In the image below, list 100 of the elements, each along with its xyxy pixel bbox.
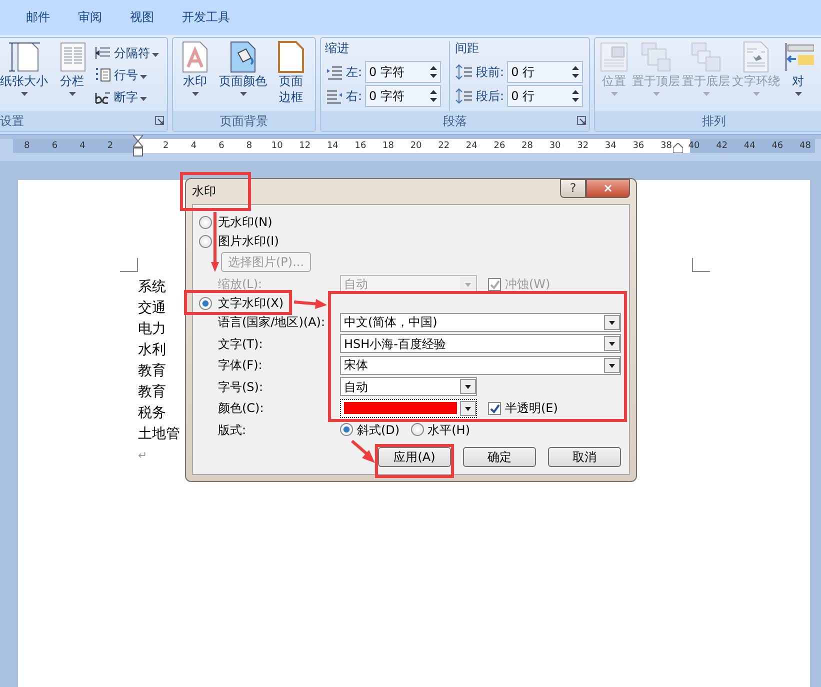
ruler-number: 12 xyxy=(299,141,311,151)
line-numbers-icon xyxy=(94,67,112,83)
position-icon xyxy=(598,41,630,73)
ribbon-button[interactable]: 分隔符 xyxy=(94,42,159,64)
section-title: 缩进 xyxy=(325,41,350,57)
group-label: 排列 xyxy=(702,114,726,128)
field-label: 缩放(L): xyxy=(217,278,264,290)
document-text: 税务 xyxy=(138,404,167,423)
dropdown-field[interactable]: HSH小海-百度经验 xyxy=(340,334,621,354)
ruler-number: 16 xyxy=(354,141,366,151)
paper-size-icon xyxy=(8,41,40,73)
spin-arrows-icon[interactable] xyxy=(572,65,580,79)
radio-button[interactable] xyxy=(410,423,424,436)
ribbon-button[interactable]: 水印 xyxy=(177,41,213,111)
ribbon-button[interactable]: 页面颜色 xyxy=(217,41,269,111)
field-label: 右: xyxy=(346,88,362,104)
dropdown-field[interactable]: 中文(简体，中国) xyxy=(340,312,621,332)
check-icon xyxy=(489,402,500,414)
radio-button[interactable] xyxy=(199,216,212,228)
spin-field[interactable]: 0 行 xyxy=(507,85,584,107)
group-label: 页面背景 xyxy=(220,114,268,128)
spin-field[interactable]: 0 字符 xyxy=(365,61,442,83)
option-label[interactable]: 水平(H) xyxy=(428,424,470,436)
layers-icon xyxy=(640,41,672,73)
ruler-number: 8 xyxy=(246,141,252,151)
ruler-number: 36 xyxy=(632,141,644,151)
document-text: 教育 xyxy=(138,362,167,381)
option-label[interactable]: 斜式(D) xyxy=(357,424,400,436)
radio-button[interactable] xyxy=(199,234,212,248)
dropdown-field[interactable]: 宋体 xyxy=(340,356,621,375)
dropdown-field[interactable]: 自动 xyxy=(340,377,477,396)
indent-marker-icon[interactable] xyxy=(673,143,683,153)
ruler-number: 10 xyxy=(271,141,283,151)
ruler-number: 30 xyxy=(549,141,561,151)
ribbon-button[interactable]: 分栏 xyxy=(54,41,90,111)
field-label: 段后: xyxy=(476,88,504,104)
ribbon-tab[interactable]: 开发工具 xyxy=(182,10,230,25)
document-text: 土地管 xyxy=(138,425,180,444)
ruler-number: 48 xyxy=(799,141,811,151)
indent-right-icon xyxy=(325,88,343,104)
field-label: 左: xyxy=(346,64,362,80)
document-text: 系统 xyxy=(138,278,167,297)
spacing-icon xyxy=(455,64,474,80)
spin-field[interactable]: 0 行 xyxy=(507,61,584,83)
checkbox-label[interactable]: 半透明(E) xyxy=(505,402,558,414)
layers-icon xyxy=(690,41,722,73)
ribbon-tab[interactable]: 审阅 xyxy=(78,10,102,25)
ruler-number: 24 xyxy=(466,141,478,151)
ruler-number: 28 xyxy=(522,141,533,151)
ruler-number: 6 xyxy=(218,141,224,151)
option-label[interactable]: 文字水印(X) xyxy=(218,297,284,309)
crop-mark xyxy=(120,258,138,272)
spin-field[interactable]: 0 字符 xyxy=(365,85,442,107)
option-label[interactable]: 无水印(N) xyxy=(218,216,272,228)
dialog-button[interactable]: 应用(A) xyxy=(378,447,451,467)
help-button[interactable]: ? xyxy=(560,179,586,198)
document-text: 水利 xyxy=(138,341,167,360)
ribbon-button[interactable]: 断字 xyxy=(94,86,159,108)
dialog-button[interactable]: 确定 xyxy=(463,447,536,467)
page-border-icon xyxy=(275,41,307,73)
ribbon-button[interactable]: 页面 边框 xyxy=(273,41,309,111)
option-label[interactable]: 图片水印(I) xyxy=(218,235,279,247)
ribbon-button[interactable]: 纸张大小 xyxy=(0,41,50,111)
ruler-number: 2 xyxy=(163,141,169,151)
ruler-number: 8 xyxy=(24,141,30,151)
spin-arrows-icon[interactable] xyxy=(572,89,580,103)
ruler-number: 2 xyxy=(107,141,114,151)
ruler-number: 14 xyxy=(326,141,338,151)
group-label: 段落 xyxy=(443,114,467,128)
indent-marker-icon[interactable] xyxy=(133,135,144,157)
ribbon-button[interactable]: 行号 xyxy=(94,64,159,86)
ribbon-tab[interactable]: 邮件 xyxy=(26,10,50,25)
document-text: 教育 xyxy=(138,383,167,402)
ribbon-tab[interactable]: 视图 xyxy=(130,10,154,25)
field-label: 颜色(C): xyxy=(217,402,265,414)
spin-arrows-icon[interactable] xyxy=(430,65,438,79)
document-text: 电力 xyxy=(138,320,167,339)
dialog-title: 水印 xyxy=(192,184,216,199)
radio-button[interactable] xyxy=(199,296,212,310)
radio-button[interactable] xyxy=(340,423,353,436)
checkbox[interactable] xyxy=(488,402,501,415)
spacing-icon xyxy=(455,88,474,104)
dialog-launcher-icon[interactable] xyxy=(155,116,164,125)
annotation-arrow xyxy=(351,440,375,463)
field-label: 字体(F): xyxy=(217,359,264,372)
field-label: 语言(国家/地区)(A): xyxy=(217,316,326,328)
field-label: 字号(S): xyxy=(217,380,264,393)
page-break-icon xyxy=(94,45,112,61)
ruler-number: 46 xyxy=(772,141,784,151)
group-label: 设置 xyxy=(0,114,24,128)
spin-arrows-icon[interactable] xyxy=(430,89,438,103)
ruler-number: 32 xyxy=(577,141,589,151)
ruler-number: 42 xyxy=(716,141,728,151)
dialog-button[interactable]: 取消 xyxy=(548,447,621,467)
dialog-launcher-icon[interactable] xyxy=(577,116,586,125)
ribbon-button[interactable]: 对 xyxy=(781,41,815,111)
color-dropdown[interactable] xyxy=(340,398,477,418)
ruler-number: 38 xyxy=(660,141,672,151)
ruler-number: 44 xyxy=(744,141,756,151)
field-label: 版式: xyxy=(217,424,248,436)
